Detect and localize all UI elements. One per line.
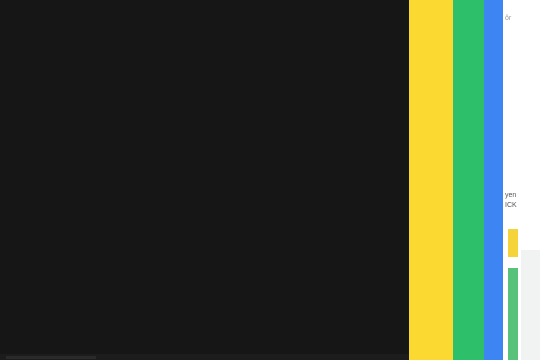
- side-panel: ôr yen ICK: [503, 0, 540, 360]
- side-green-block: [508, 268, 518, 360]
- green-stripe: [453, 0, 484, 360]
- footer-strip: [0, 354, 409, 360]
- side-panel-top-text: ôr: [505, 15, 512, 22]
- blue-stripe: [484, 0, 503, 360]
- screen: ôr yen ICK: [0, 0, 540, 360]
- yellow-stripe: [409, 0, 453, 360]
- side-panel-text-1: yen: [505, 192, 517, 199]
- side-yellow-block: [508, 229, 518, 257]
- side-panel-text-2: ICK: [505, 202, 517, 209]
- main-dark-panel: [0, 0, 409, 360]
- side-gray-block: [521, 250, 540, 360]
- footer-hint: [6, 356, 96, 359]
